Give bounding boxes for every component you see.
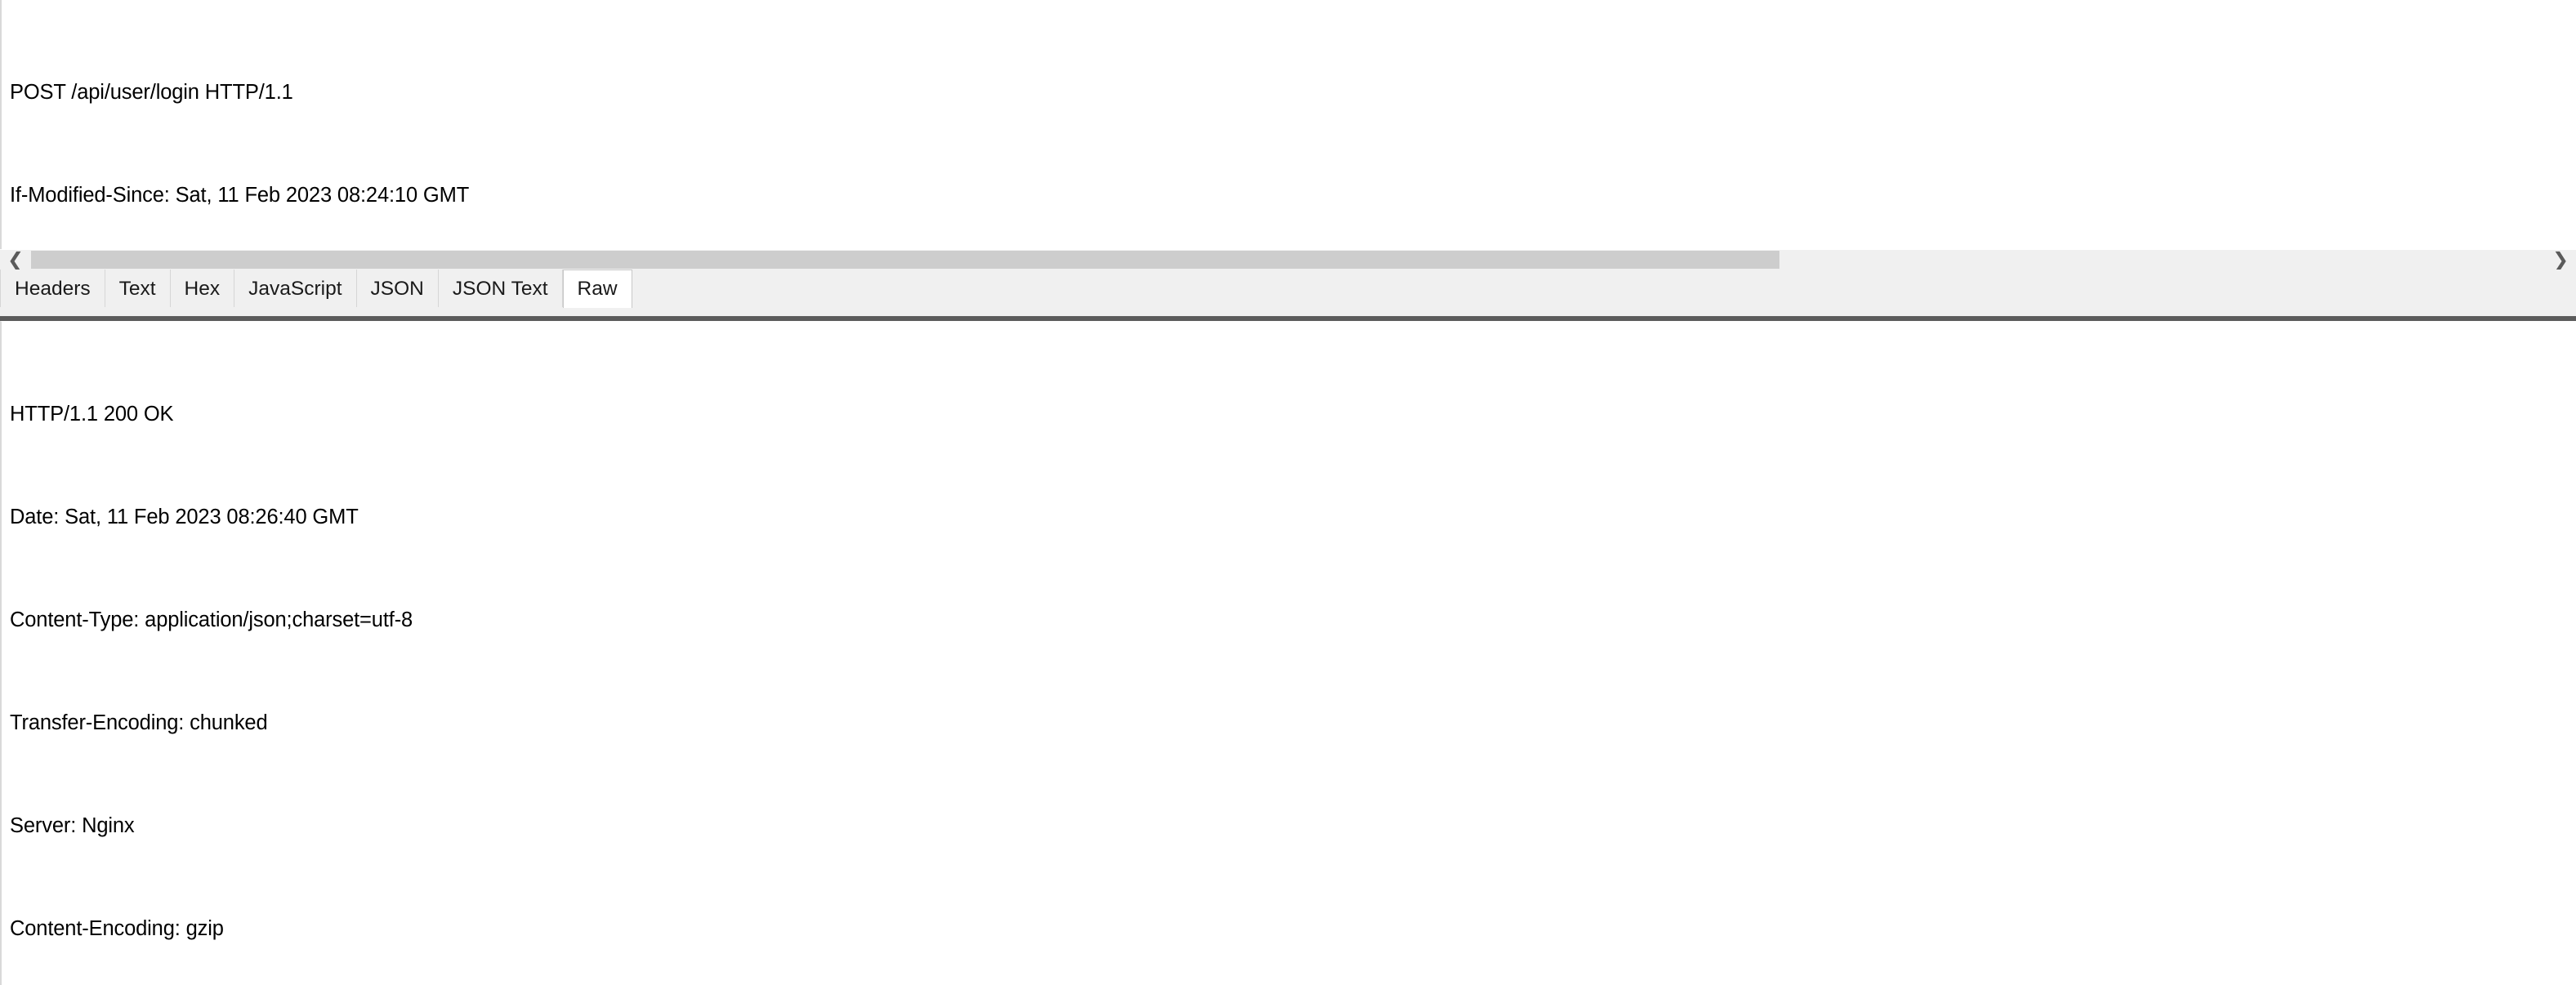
tab-hex[interactable]: Hex — [170, 270, 235, 309]
http-message-viewer: POST /api/user/login HTTP/1.1 If-Modifie… — [0, 0, 2576, 985]
response-header-date: Date: Sat, 11 Feb 2023 08:26:40 GMT — [10, 505, 359, 528]
splitter-gap — [0, 308, 2576, 316]
tab-text[interactable]: Text — [105, 270, 171, 309]
scroll-right-arrow-icon[interactable]: ❯ — [2545, 249, 2576, 270]
response-header-content-encoding: Content-Encoding: gzip — [10, 916, 224, 940]
request-horizontal-scrollbar[interactable]: ❮ ❯ — [0, 248, 2576, 270]
response-message-text[interactable]: HTTP/1.1 200 OK Date: Sat, 11 Feb 2023 0… — [2, 322, 2576, 985]
scrollbar-track[interactable] — [31, 249, 2545, 270]
request-message-text[interactable]: POST /api/user/login HTTP/1.1 If-Modifie… — [2, 0, 2576, 249]
request-pane: POST /api/user/login HTTP/1.1 If-Modifie… — [0, 0, 2576, 249]
scrollbar-thumb[interactable] — [31, 250, 1779, 270]
request-header-if-modified-since: If-Modified-Since: Sat, 11 Feb 2023 08:2… — [10, 184, 470, 207]
tab-json[interactable]: JSON — [356, 270, 439, 309]
response-status-line: HTTP/1.1 200 OK — [10, 402, 174, 426]
view-mode-tabbar: Headers Text Hex JavaScript JSON JSON Te… — [0, 270, 2576, 309]
scroll-left-arrow-icon[interactable]: ❮ — [0, 249, 31, 270]
response-pane: HTTP/1.1 200 OK Date: Sat, 11 Feb 2023 0… — [0, 320, 2576, 985]
response-header-server: Server: Nginx — [10, 813, 135, 837]
response-header-transfer-encoding: Transfer-Encoding: chunked — [10, 711, 268, 734]
tab-raw[interactable]: Raw — [562, 270, 632, 309]
response-header-content-type: Content-Type: application/json;charset=u… — [10, 608, 413, 631]
tab-javascript[interactable]: JavaScript — [234, 270, 357, 309]
request-line: POST /api/user/login HTTP/1.1 — [10, 81, 293, 104]
tab-json-text[interactable]: JSON Text — [438, 270, 563, 309]
tab-headers[interactable]: Headers — [0, 270, 105, 309]
